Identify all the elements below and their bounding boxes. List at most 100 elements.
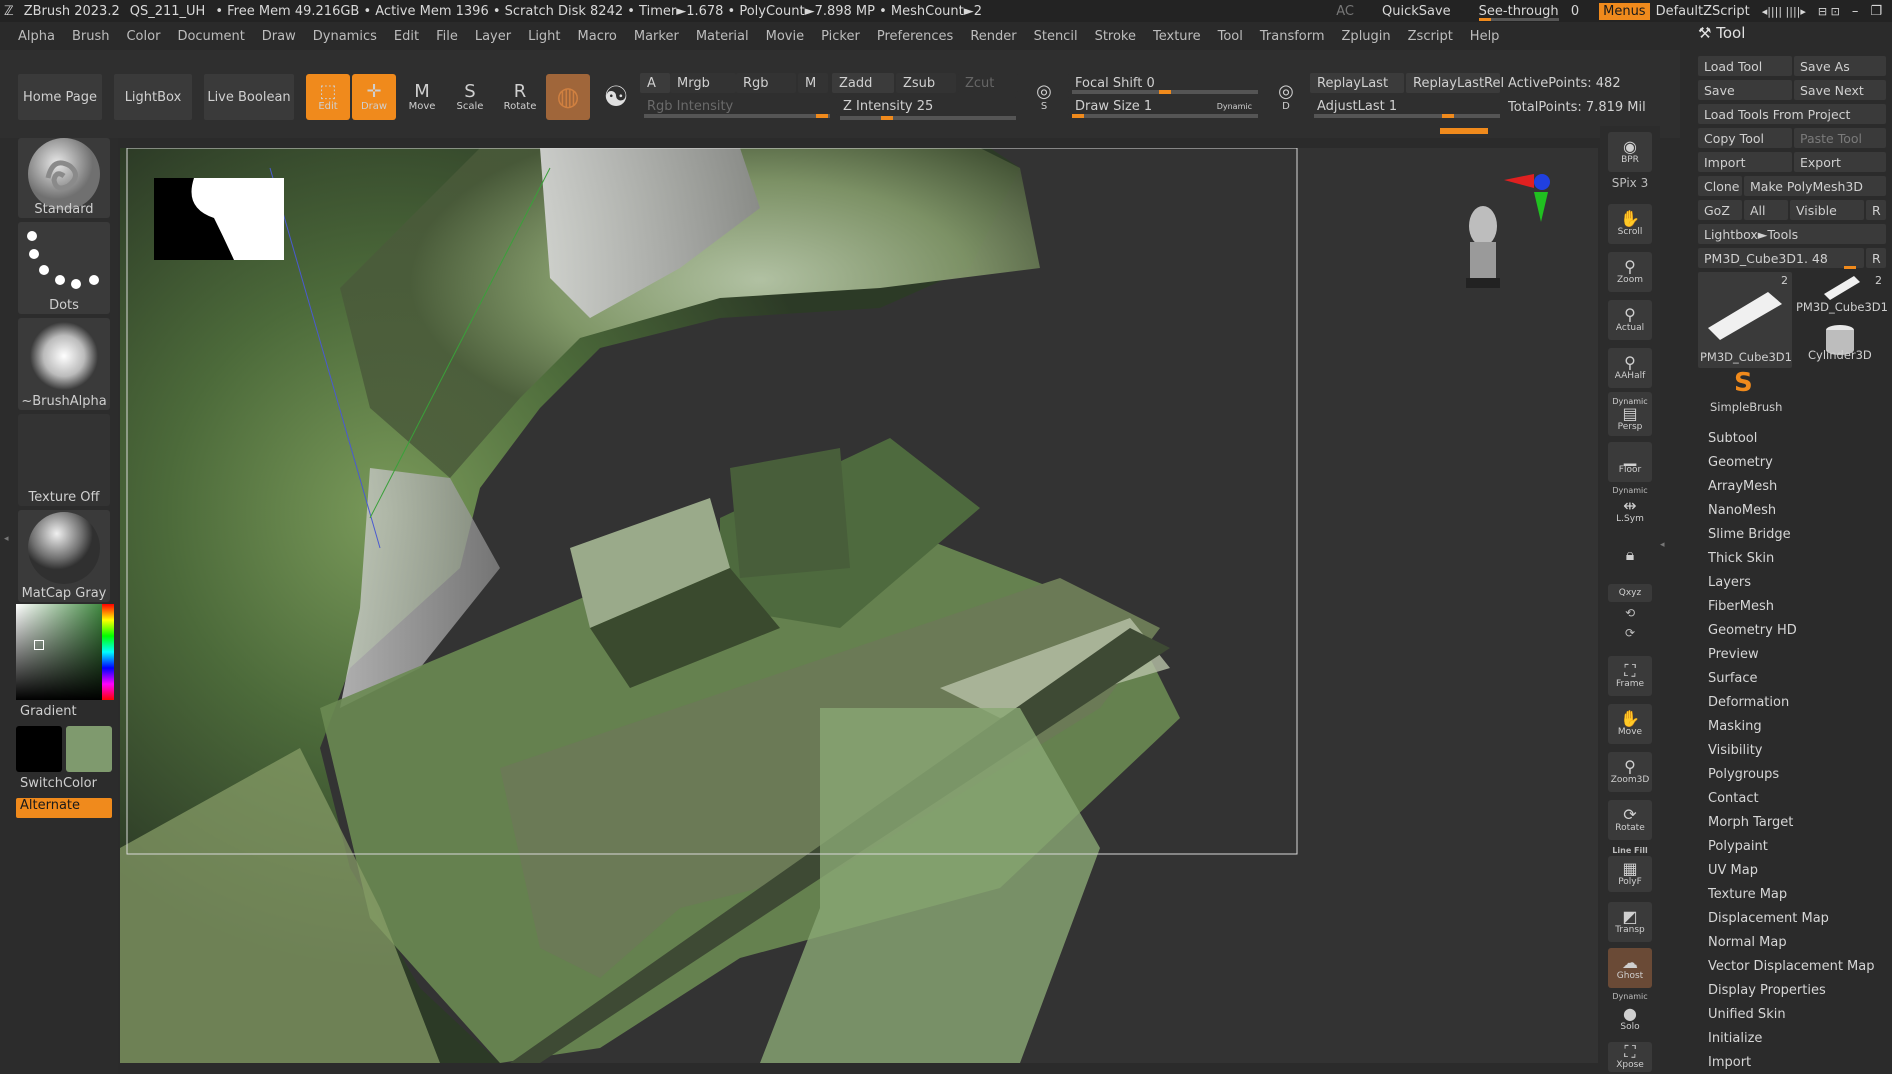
subpalette-fibermesh[interactable]: FiberMesh — [1708, 599, 1774, 614]
actual-button[interactable]: ⚲ Actual — [1608, 300, 1652, 340]
zoom-button[interactable]: ⚲ Zoom — [1608, 252, 1652, 292]
collapse-right-icon[interactable]: ◂ — [1660, 540, 1665, 550]
secondary-color-swatch[interactable] — [66, 726, 112, 772]
subpalette-polypaint[interactable]: Polypaint — [1708, 839, 1768, 854]
z-intensity-slider[interactable]: Z Intensity 25 — [836, 96, 1016, 116]
subpalette-normal-map[interactable]: Normal Map — [1708, 935, 1787, 950]
subpalette-preview[interactable]: Preview — [1708, 647, 1759, 662]
axis-gizmo-icon[interactable] — [1504, 174, 1550, 222]
persp-button[interactable]: Dynamic ▤ Persp — [1608, 392, 1652, 436]
goz-all-button[interactable]: All — [1744, 200, 1788, 220]
menu-marker[interactable]: Marker — [634, 29, 679, 44]
floor-button[interactable]: ▁ Floor — [1608, 442, 1652, 482]
navigation-bust-icon[interactable] — [1458, 202, 1500, 288]
rotate-mode-button[interactable]: R Rotate — [498, 74, 542, 120]
lsym-button[interactable]: ⇹ L.Sym — [1608, 496, 1652, 526]
hue-strip[interactable] — [102, 604, 114, 700]
menu-render[interactable]: Render — [970, 29, 1016, 44]
home-page-button[interactable]: Home Page — [18, 74, 102, 120]
import-button[interactable]: Import — [1698, 152, 1792, 172]
menu-transform[interactable]: Transform — [1260, 29, 1325, 44]
xyz-button[interactable]: Qxyz — [1608, 584, 1652, 602]
tool-r-button[interactable]: R — [1866, 248, 1886, 268]
menu-document[interactable]: Document — [177, 29, 244, 44]
subpalette-unified-skin[interactable]: Unified Skin — [1708, 1007, 1786, 1022]
subpalette-geometry[interactable]: Geometry — [1708, 455, 1773, 470]
load-tool-button[interactable]: Load Tool — [1698, 56, 1792, 76]
menu-preferences[interactable]: Preferences — [877, 29, 953, 44]
save-as-button[interactable]: Save As — [1794, 56, 1886, 76]
menu-movie[interactable]: Movie — [766, 29, 804, 44]
menu-dynamics[interactable]: Dynamics — [313, 29, 377, 44]
save-button[interactable]: Save — [1698, 80, 1792, 100]
zsub-toggle[interactable]: Zsub — [896, 73, 956, 93]
window-layout-icon[interactable]: ⊟ ⊡ — [1818, 5, 1840, 18]
menu-stroke[interactable]: Stroke — [1095, 29, 1136, 44]
texture-toggle-button[interactable]: ☯ — [594, 74, 638, 120]
goz-button[interactable]: GoZ — [1698, 200, 1742, 220]
menu-file[interactable]: File — [436, 29, 458, 44]
menu-edit[interactable]: Edit — [394, 29, 419, 44]
subpalette-uv-map[interactable]: UV Map — [1708, 863, 1758, 878]
subpalette-initialize[interactable]: Initialize — [1708, 1031, 1762, 1046]
undo-history-bar[interactable] — [1440, 128, 1488, 134]
menu-light[interactable]: Light — [528, 29, 560, 44]
default-zscript-button[interactable]: DefaultZScript — [1656, 4, 1750, 19]
menu-zplugin[interactable]: Zplugin — [1342, 29, 1391, 44]
switch-color-button[interactable]: SwitchColor — [20, 776, 97, 791]
edit-mode-button[interactable]: ⬚ Edit — [306, 74, 350, 120]
xpose-button[interactable]: ⛶ Xpose — [1608, 1042, 1652, 1072]
copy-tool-button[interactable]: Copy Tool — [1698, 128, 1792, 148]
subpalette-arraymesh[interactable]: ArrayMesh — [1708, 479, 1777, 494]
adjust-last-slider[interactable]: AdjustLast 1 — [1310, 96, 1500, 116]
menu-layer[interactable]: Layer — [475, 29, 511, 44]
subpalette-nanomesh[interactable]: NanoMesh — [1708, 503, 1776, 518]
menus-toggle[interactable]: Menus — [1599, 2, 1650, 20]
color-picker[interactable] — [16, 604, 114, 700]
rotate-view-button[interactable]: ⟳ Rotate — [1608, 800, 1652, 840]
menu-material[interactable]: Material — [696, 29, 749, 44]
lightbox-tools-button[interactable]: Lightbox►Tools — [1698, 224, 1886, 244]
subpalette-deformation[interactable]: Deformation — [1708, 695, 1789, 710]
rotate-z-icon[interactable]: ⟳ — [1600, 626, 1660, 640]
gradient-label[interactable]: Gradient — [20, 704, 77, 719]
stroke-d-button[interactable]: ◎ D — [1266, 74, 1306, 120]
rotate-y-icon[interactable]: ⟲ — [1600, 606, 1660, 620]
lightbox-button[interactable]: LightBox — [114, 74, 192, 120]
quicksave-button[interactable]: QuickSave — [1382, 4, 1451, 19]
menu-draw[interactable]: Draw — [262, 29, 296, 44]
menu-texture[interactable]: Texture — [1153, 29, 1201, 44]
tool-thumb-4[interactable]: S SimpleBrush — [1698, 368, 1792, 416]
menu-help[interactable]: Help — [1470, 29, 1500, 44]
clone-button[interactable]: Clone — [1698, 176, 1742, 196]
subpalette-vector-displacement-map[interactable]: Vector Displacement Map — [1708, 959, 1875, 974]
solo-button[interactable]: ● Solo — [1608, 1002, 1652, 1036]
subpalette-surface[interactable]: Surface — [1708, 671, 1758, 686]
menu-stencil[interactable]: Stencil — [1034, 29, 1078, 44]
move-mode-button[interactable]: M Move — [400, 74, 444, 120]
subpalette-subtool[interactable]: Subtool — [1708, 431, 1757, 446]
export-button[interactable]: Export — [1794, 152, 1886, 172]
subpalette-import[interactable]: Import — [1708, 1055, 1751, 1070]
replay-last-rel-button[interactable]: ReplayLastRel — [1406, 73, 1504, 93]
menu-color[interactable]: Color — [126, 29, 160, 44]
subpalette-slime-bridge[interactable]: Slime Bridge — [1708, 527, 1791, 542]
make-polymesh3d-button[interactable]: Make PolyMesh3D — [1744, 176, 1886, 196]
tool-palette-header[interactable]: ⚒ Tool — [1698, 24, 1745, 42]
m-toggle[interactable]: M — [798, 73, 828, 93]
tool-thumb-3[interactable]: Cylinder3D — [1794, 320, 1886, 368]
zadd-toggle[interactable]: Zadd — [832, 73, 894, 93]
transp-button[interactable]: ◩ Transp — [1608, 902, 1652, 942]
rgb-toggle[interactable]: Rgb — [736, 73, 796, 93]
alternate-toggle[interactable]: Alternate — [16, 798, 112, 818]
tool-thumb-1[interactable]: 2 PM3D_Cube3D1 — [1698, 272, 1792, 368]
menu-brush[interactable]: Brush — [72, 29, 110, 44]
save-next-button[interactable]: Save Next — [1794, 80, 1886, 100]
menu-macro[interactable]: Macro — [578, 29, 617, 44]
tool-thumb-2[interactable]: 2 PM3D_Cube3D1 — [1794, 272, 1888, 320]
mrgb-toggle[interactable]: Mrgb — [670, 73, 736, 93]
menu-zscript[interactable]: Zscript — [1408, 29, 1453, 44]
frame-button[interactable]: ⛶ Frame — [1608, 656, 1652, 696]
scale-mode-button[interactable]: S Scale — [448, 74, 492, 120]
canvas-viewport[interactable] — [120, 148, 1598, 1063]
